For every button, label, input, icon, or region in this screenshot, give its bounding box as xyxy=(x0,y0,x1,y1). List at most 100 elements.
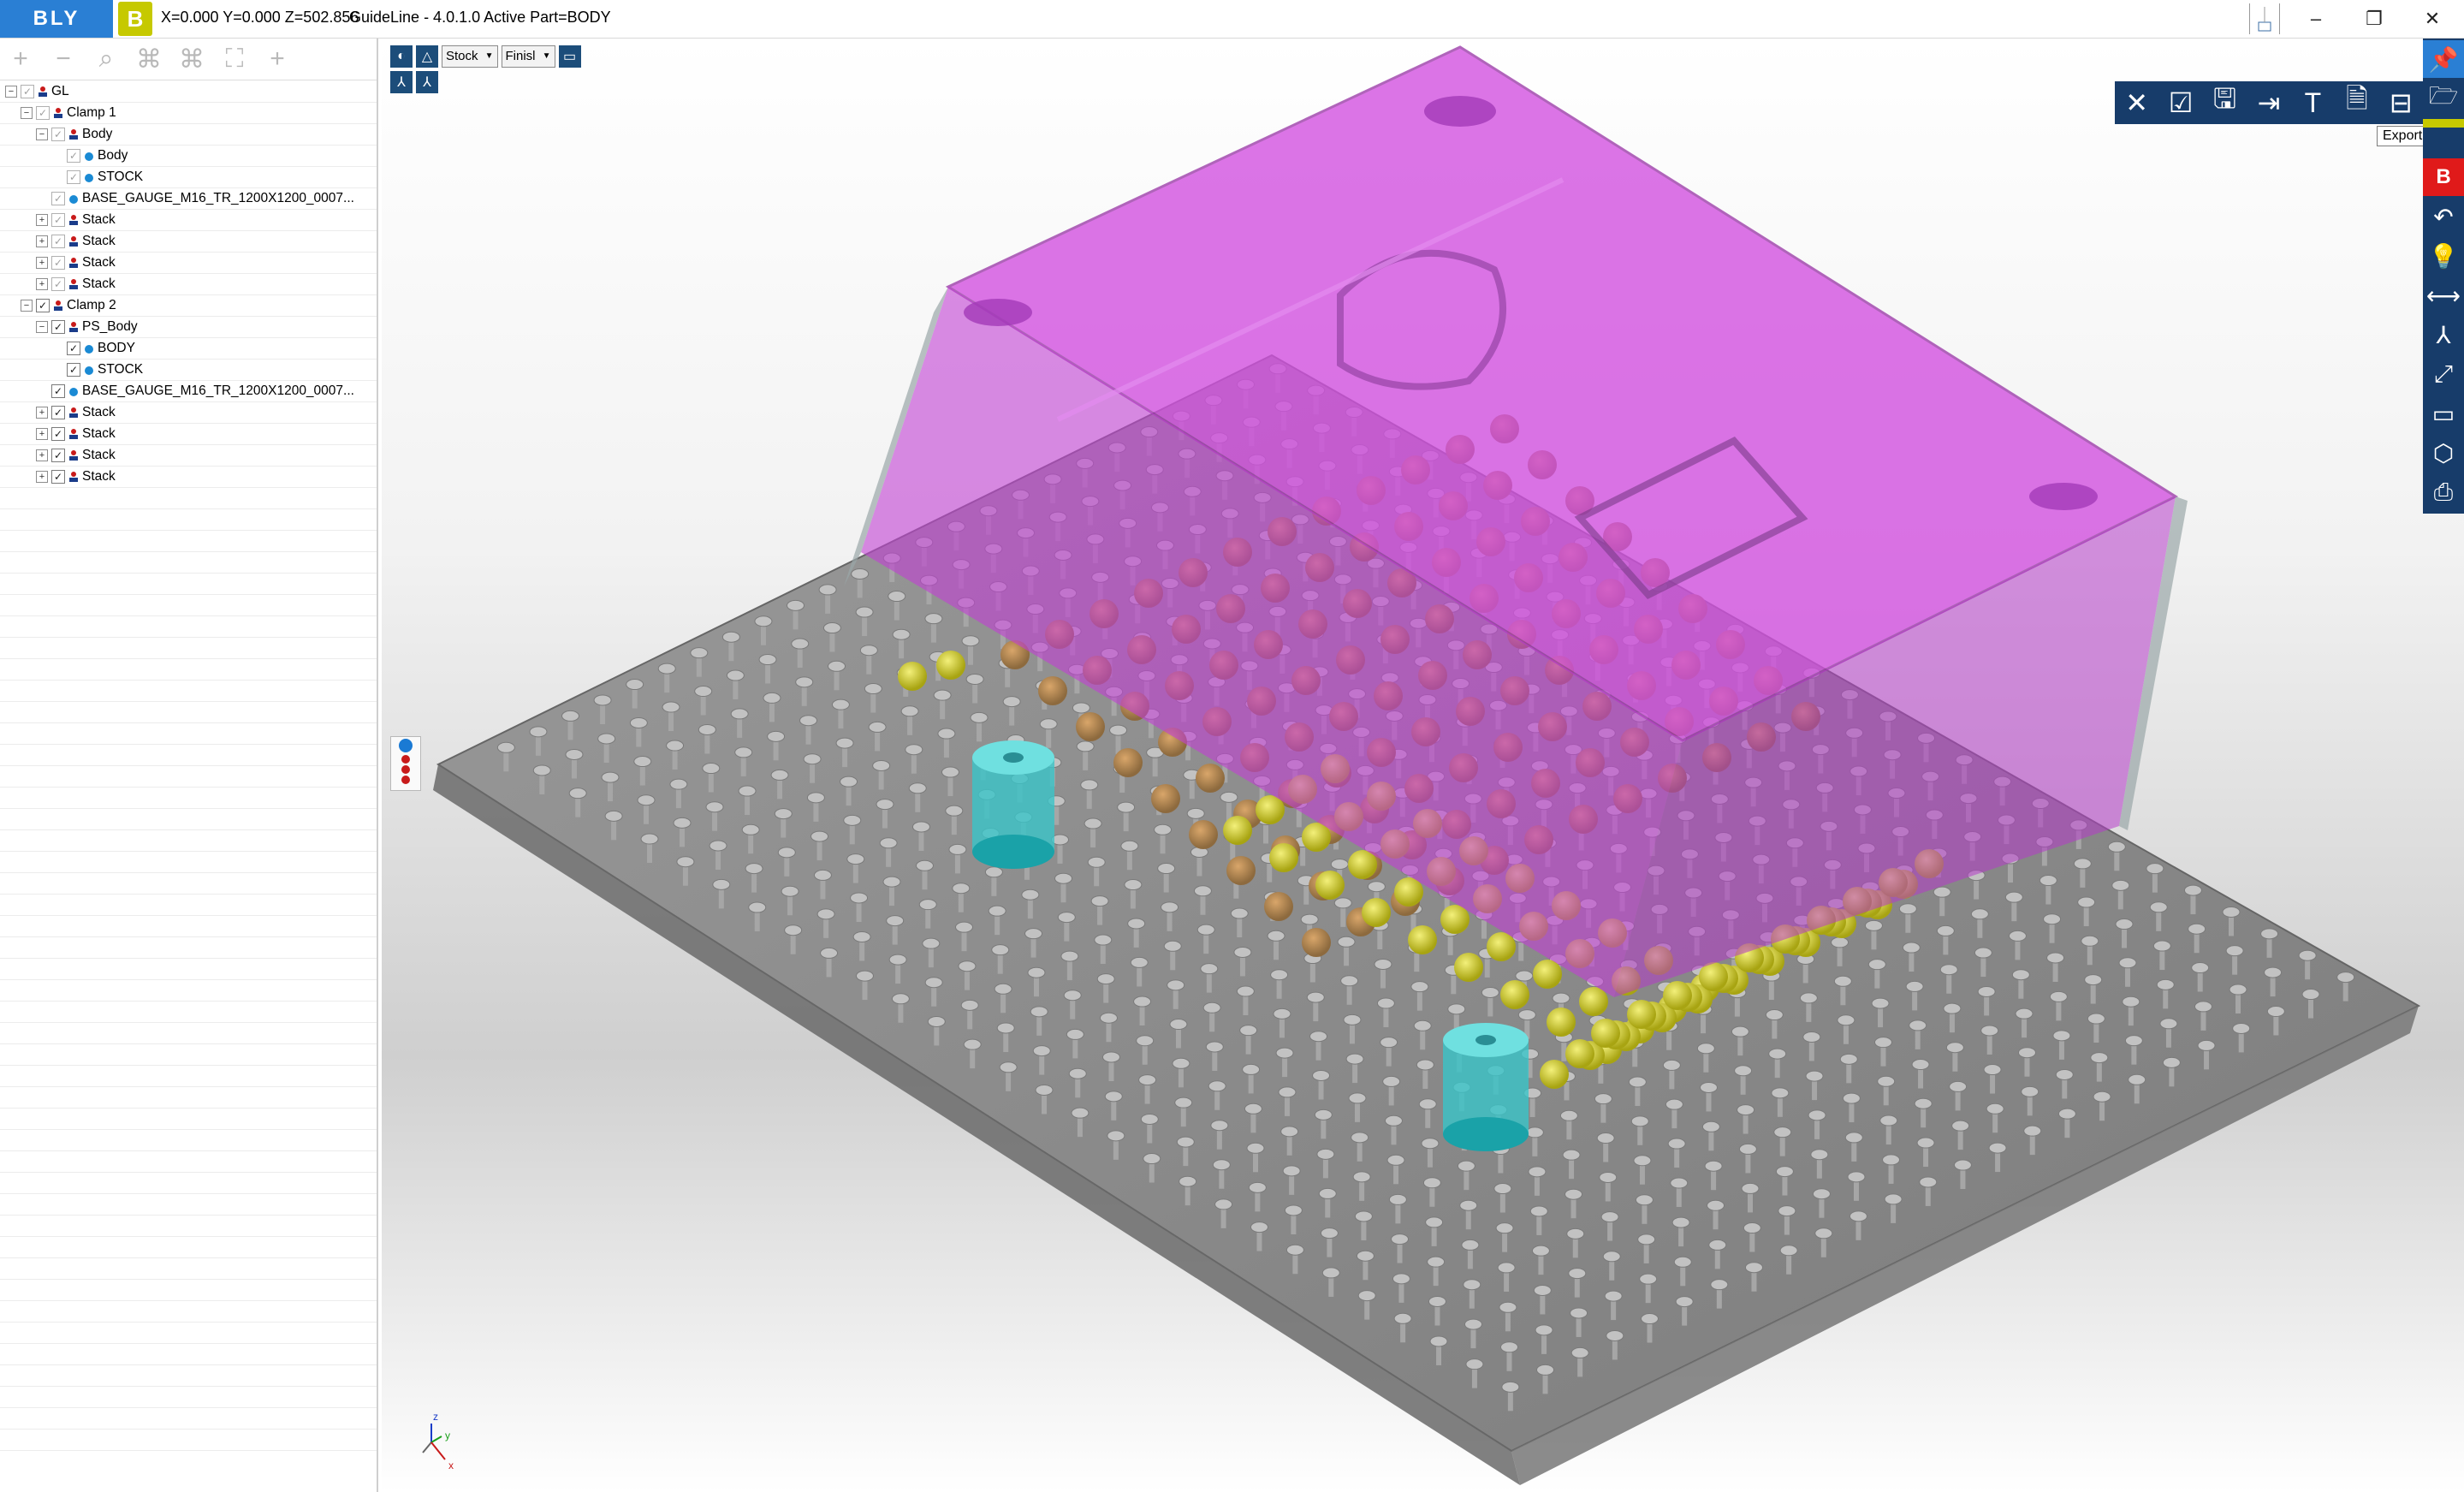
tree-row[interactable]: + ✓ Stack xyxy=(0,467,377,488)
tree-row[interactable]: ✓ BODY xyxy=(0,338,377,360)
visibility-checkbox[interactable]: ✓ xyxy=(67,342,80,355)
tree-row[interactable]: − ✓ Body xyxy=(0,124,377,146)
bly-logo[interactable]: BLY xyxy=(0,0,113,38)
right-toolbar: 📌 🗁 B ↶ 💡 ⟷ ⅄ ⤢ ▭ ⬡ ⎙ xyxy=(2423,39,2464,514)
visibility-checkbox[interactable]: ✓ xyxy=(51,277,65,291)
close-icon[interactable]: ✕ xyxy=(2117,86,2157,119)
locator-cylinder[interactable] xyxy=(1443,1023,1529,1151)
visibility-checkbox[interactable]: ✓ xyxy=(51,449,65,462)
visibility-checkbox[interactable]: ✓ xyxy=(51,192,65,205)
minimize-button[interactable]: – xyxy=(2287,0,2345,38)
undo-icon[interactable]: ↶ xyxy=(2423,198,2464,235)
pdf-icon[interactable]: 🗎 xyxy=(2337,80,2377,126)
tree-row[interactable]: ✓ Body xyxy=(0,146,377,167)
expand-toggle-icon[interactable]: + xyxy=(36,278,48,290)
visibility-checkbox[interactable]: ✓ xyxy=(51,213,65,227)
view-mode-select[interactable]: Stock xyxy=(442,45,498,68)
collapse-toggle-icon[interactable]: − xyxy=(21,300,33,312)
axis-view-icon[interactable]: ⅄ xyxy=(390,71,413,93)
fit-icon[interactable]: ⛶ xyxy=(219,44,250,74)
close-window-button[interactable]: ✕ xyxy=(2403,0,2461,38)
visibility-checkbox[interactable]: ✓ xyxy=(67,170,80,184)
finish-select[interactable]: Finisl xyxy=(501,45,555,68)
bly-b-logo[interactable]: B xyxy=(118,2,152,36)
visibility-checkbox[interactable]: ✓ xyxy=(36,106,50,120)
collapse-toggle-icon[interactable]: − xyxy=(5,86,17,98)
restore-button[interactable]: ❐ xyxy=(2345,0,2403,38)
tree-row[interactable]: ✓ BASE_GAUGE_M16_TR_1200X1200_0007... xyxy=(0,381,377,402)
tree-row[interactable]: + ✓ Stack xyxy=(0,274,377,295)
open-folder-icon[interactable]: 🗁 xyxy=(2423,80,2464,117)
visibility-checkbox[interactable]: ✓ xyxy=(51,470,65,484)
lightbulb-icon[interactable]: 💡 xyxy=(2423,237,2464,275)
collapse-toggle-icon[interactable]: − xyxy=(36,321,48,333)
visibility-checkbox[interactable]: ✓ xyxy=(51,128,65,141)
visibility-checkbox[interactable]: ✓ xyxy=(51,406,65,419)
export-icon[interactable]: ⇥ xyxy=(2249,86,2289,119)
tree-row[interactable]: + ✓ Stack xyxy=(0,253,377,274)
expand-toggle-icon[interactable]: + xyxy=(36,235,48,247)
shade-mode-icon[interactable]: ◐ xyxy=(390,45,413,68)
search-icon[interactable]: ⌕ xyxy=(91,44,122,74)
tree-row[interactable]: + ✓ Stack xyxy=(0,231,377,253)
empty-tree-row xyxy=(0,916,377,937)
bly-b-icon[interactable]: B xyxy=(2423,158,2464,196)
tree-row[interactable]: − ✓ Clamp 2 xyxy=(0,295,377,317)
tree-row[interactable]: + ✓ Stack xyxy=(0,210,377,231)
print-icon[interactable]: ⎙ xyxy=(2423,473,2464,511)
measure-icon[interactable]: ⟷ xyxy=(2423,276,2464,314)
expand-toggle-icon[interactable]: + xyxy=(36,449,48,461)
expand-toggle-icon[interactable]: + xyxy=(36,257,48,269)
3d-viewport[interactable]: z y x ◐ △ Stock Finisl ▭ ⅄ ⅄ ✕☑🖫⇥T🗎⊟ Exp… xyxy=(382,39,2464,1492)
tree-add-icon[interactable]: ⌘ xyxy=(134,44,164,74)
support-legend[interactable] xyxy=(390,736,421,791)
tree-row[interactable]: + ✓ Stack xyxy=(0,445,377,467)
fit-view-icon[interactable]: ⤢ xyxy=(2423,355,2464,393)
tree-row[interactable]: − ✓ Clamp 1 xyxy=(0,103,377,124)
expand-toggle-icon[interactable]: + xyxy=(36,428,48,440)
model-tree-panel: + − ⌕ ⌘ ⌘ ⛶ + − ✓ GL − ✓ Clamp 1− ✓ Body ✓ Body ✓ STOCK ✓ B… xyxy=(0,39,378,1492)
empty-tree-row xyxy=(0,1151,377,1173)
cone-view-icon[interactable]: △ xyxy=(416,45,438,68)
window-icon[interactable]: ▭ xyxy=(2423,395,2464,432)
tree-row[interactable]: − ✓ GL xyxy=(0,81,377,103)
tree-row[interactable]: ✓ STOCK xyxy=(0,360,377,381)
panel-toggle-icon[interactable]: ▭ xyxy=(558,45,581,68)
text-icon[interactable]: T xyxy=(2293,87,2332,119)
collapse-toggle-icon[interactable]: − xyxy=(36,128,48,140)
export-bck-icon[interactable]: ⊟ xyxy=(2381,86,2420,119)
axes-icon[interactable]: ⅄ xyxy=(2423,316,2464,354)
expand-icon[interactable]: + xyxy=(5,44,36,74)
plus-icon[interactable]: + xyxy=(262,44,293,74)
empty-tree-row xyxy=(0,723,377,745)
tree-row[interactable]: + ✓ Stack xyxy=(0,402,377,424)
tree-row[interactable]: ✓ STOCK xyxy=(0,167,377,188)
expand-toggle-icon[interactable]: + xyxy=(36,214,48,226)
axis-view-icon-2[interactable]: ⅄ xyxy=(416,71,438,93)
visibility-checkbox[interactable]: ✓ xyxy=(51,427,65,441)
collapse-toggle-icon[interactable]: − xyxy=(21,107,33,119)
expand-toggle-icon[interactable]: + xyxy=(36,407,48,419)
locator-cylinder[interactable] xyxy=(972,740,1054,869)
visibility-checkbox[interactable]: ✓ xyxy=(67,149,80,163)
check-icon[interactable]: ☑ xyxy=(2161,86,2200,119)
visibility-checkbox[interactable]: ✓ xyxy=(36,299,50,312)
tree-remove-icon[interactable]: ⌘ xyxy=(176,44,207,74)
visibility-checkbox[interactable]: ✓ xyxy=(51,256,65,270)
pin-icon[interactable]: 📌 xyxy=(2423,40,2464,78)
cube-view-icon[interactable]: ⬡ xyxy=(2423,434,2464,472)
visibility-checkbox[interactable]: ✓ xyxy=(67,363,80,377)
visibility-checkbox[interactable]: ✓ xyxy=(21,85,34,98)
network-icon[interactable] xyxy=(2249,3,2280,34)
support-ball xyxy=(1076,712,1105,741)
scene-canvas[interactable]: z y x xyxy=(382,39,2464,1492)
visibility-checkbox[interactable]: ✓ xyxy=(51,235,65,248)
expand-toggle-icon[interactable]: + xyxy=(36,471,48,483)
collapse-icon[interactable]: − xyxy=(48,44,79,74)
visibility-checkbox[interactable]: ✓ xyxy=(51,320,65,334)
save-icon[interactable]: 🖫 xyxy=(2206,80,2245,126)
tree-row[interactable]: + ✓ Stack xyxy=(0,424,377,445)
tree-row[interactable]: − ✓ PS_Body xyxy=(0,317,377,338)
tree-row[interactable]: ✓ BASE_GAUGE_M16_TR_1200X1200_0007... xyxy=(0,188,377,210)
visibility-checkbox[interactable]: ✓ xyxy=(51,384,65,398)
